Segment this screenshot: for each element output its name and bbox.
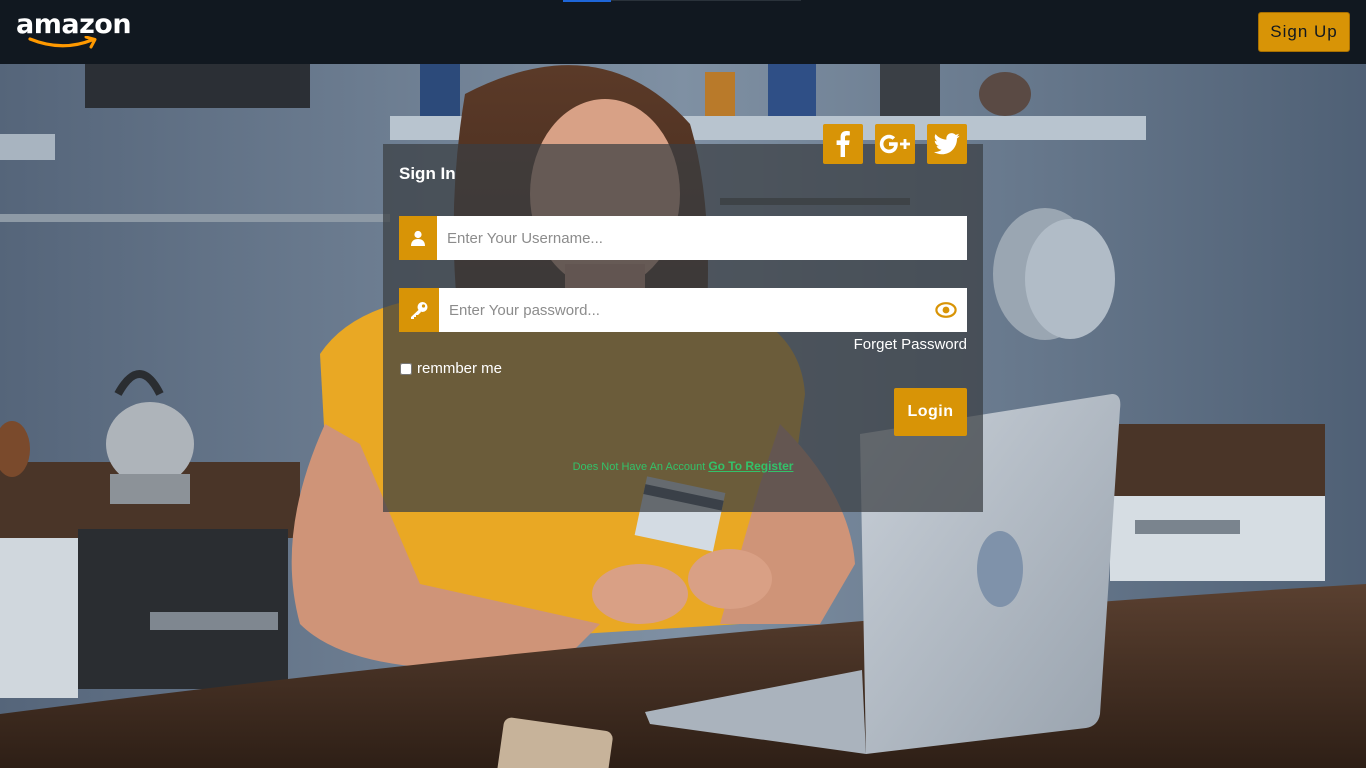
- username-input[interactable]: [447, 216, 927, 260]
- username-field: [399, 216, 967, 260]
- user-icon: [399, 216, 437, 260]
- google-plus-login-button[interactable]: [875, 124, 915, 164]
- remember-me-label: remmber me: [417, 360, 503, 377]
- nav-active-indicator: [563, 0, 611, 2]
- login-button[interactable]: Login: [894, 388, 967, 436]
- logo-smile-icon: [28, 36, 97, 49]
- twitter-icon: [934, 133, 960, 155]
- key-icon: [399, 288, 439, 332]
- remember-me: remmber me: [399, 360, 502, 377]
- nav-divider: [611, 0, 801, 1]
- remember-me-checkbox[interactable]: [400, 362, 412, 375]
- register-prompt: Does Not Have An Account Go To Register: [383, 459, 983, 473]
- forget-password-link[interactable]: Forget Password: [854, 336, 967, 353]
- eye-icon[interactable]: [935, 300, 957, 320]
- register-prompt-text: Does Not Have An Account: [572, 461, 706, 473]
- sign-in-panel: Sign In Enter Your Username... Forget Pa…: [383, 124, 983, 512]
- sign-in-title: Sign In: [399, 164, 456, 183]
- password-input[interactable]: [449, 288, 929, 332]
- facebook-login-button[interactable]: [823, 124, 863, 164]
- google-plus-icon: [879, 134, 910, 154]
- twitter-login-button[interactable]: [927, 124, 967, 164]
- facebook-icon: [836, 131, 850, 157]
- amazon-logo[interactable]: amazon: [16, 8, 136, 52]
- go-to-register-link[interactable]: Go To Register: [708, 459, 793, 473]
- top-navbar: amazon Sign Up: [0, 0, 1366, 64]
- sign-up-button[interactable]: Sign Up: [1258, 12, 1350, 52]
- password-field: [399, 288, 967, 332]
